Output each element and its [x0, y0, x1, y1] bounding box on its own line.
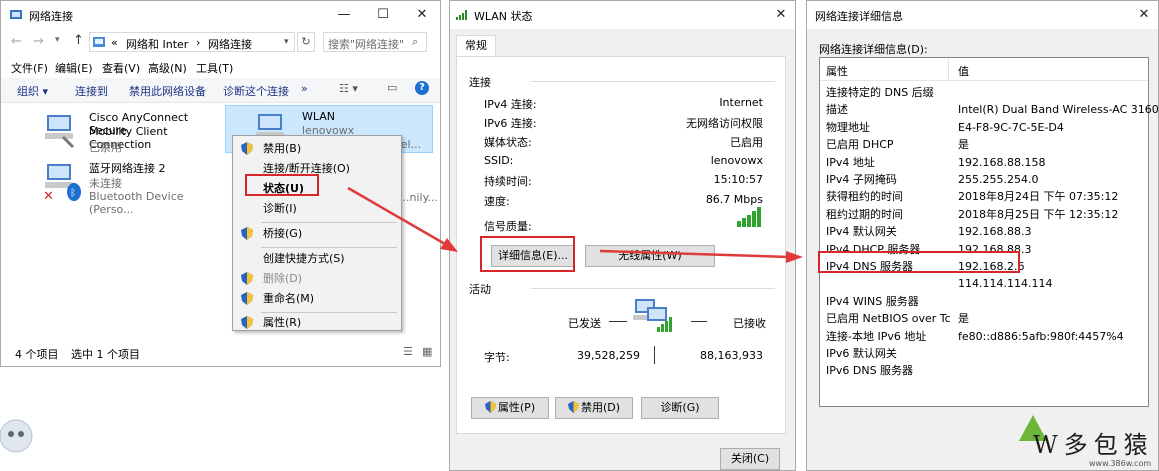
arrowhead-icon	[786, 251, 803, 263]
arrow-to-status-window	[347, 186, 453, 250]
arrow-to-details-window	[599, 249, 791, 259]
arrowhead-icon	[440, 238, 458, 252]
mascot-robot-icon	[0, 419, 33, 453]
arrow-overlay	[347, 186, 803, 263]
